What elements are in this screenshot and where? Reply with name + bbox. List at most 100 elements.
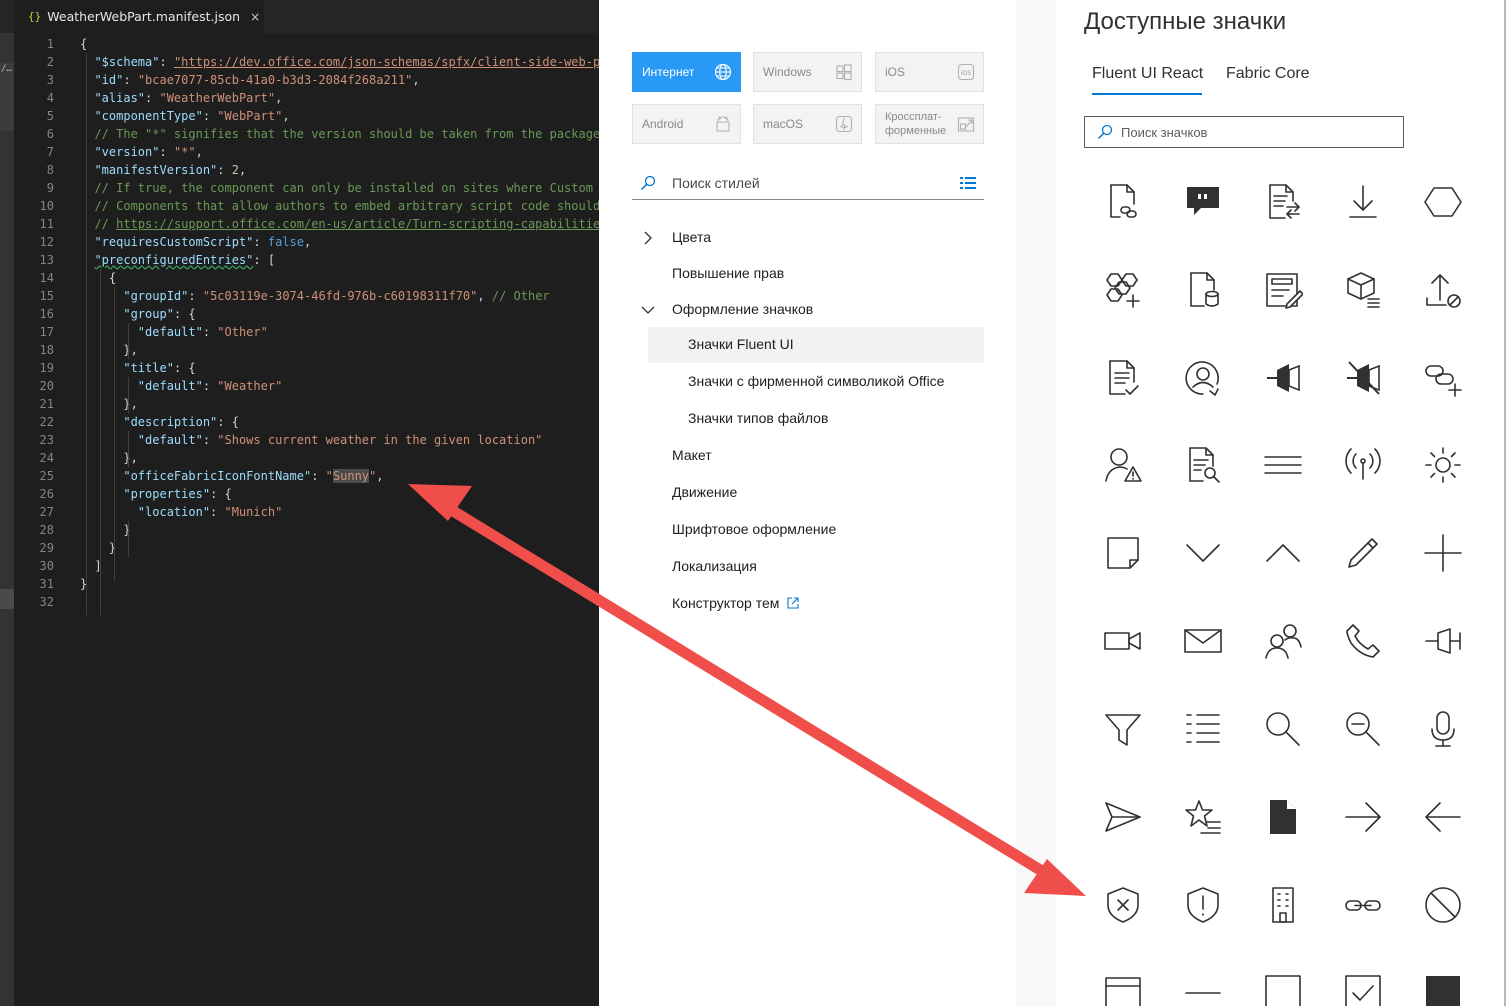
code-line[interactable]: 22 "description": { <box>14 413 599 431</box>
favorite-list-icon[interactable] <box>1183 797 1223 837</box>
page-swap-icon[interactable] <box>1263 182 1303 222</box>
nav-item-colors[interactable]: Цвета <box>632 220 984 256</box>
code-line[interactable]: 7 "version": "*", <box>14 143 599 161</box>
code-line[interactable]: 26 "properties": { <box>14 485 599 503</box>
sticky-note-icon[interactable] <box>1103 533 1143 573</box>
remove-icon[interactable] <box>1183 973 1223 1006</box>
document-search-icon[interactable] <box>1183 445 1223 485</box>
platform-macos-button[interactable]: macOS <box>753 104 862 144</box>
style-search-input[interactable]: Поиск стилей <box>672 175 760 191</box>
icon-search-input[interactable]: Поиск значков <box>1121 125 1207 140</box>
code-line[interactable]: 6 // The "*" signifies that the version … <box>14 125 599 143</box>
tab-fluent-ui-react[interactable]: Fluent UI React <box>1092 65 1203 83</box>
code-line[interactable]: 31} <box>14 575 599 593</box>
code-line[interactable]: 14 { <box>14 269 599 287</box>
shield-error-icon[interactable] <box>1103 885 1143 925</box>
edit-pencil-icon[interactable] <box>1343 533 1383 573</box>
code-line[interactable]: 16 "group": { <box>14 305 599 323</box>
building-icon[interactable] <box>1263 885 1303 925</box>
mail-icon[interactable] <box>1183 621 1223 661</box>
shield-alert-icon[interactable] <box>1183 885 1223 925</box>
code-line[interactable]: 18 }, <box>14 341 599 359</box>
hamburger-menu-icon[interactable] <box>1263 445 1303 485</box>
nav-item-typography[interactable]: Шрифтовое оформление <box>632 512 984 548</box>
tab-fabric-core[interactable]: Fabric Core <box>1226 65 1310 83</box>
edit-form-icon[interactable] <box>1263 270 1303 310</box>
square-solid-icon[interactable] <box>1423 973 1463 1006</box>
page-solid-icon[interactable] <box>1263 797 1303 837</box>
code-line[interactable]: 30 ] <box>14 557 599 575</box>
hexagon-icon[interactable] <box>1423 182 1463 222</box>
code-line[interactable]: 1{ <box>14 35 599 53</box>
code-line[interactable]: 23 "default": "Shows current weather in … <box>14 431 599 449</box>
upload-blocked-icon[interactable] <box>1423 270 1463 310</box>
code-line[interactable]: 21 }, <box>14 395 599 413</box>
chat-comment-icon[interactable] <box>1183 182 1223 222</box>
editor-tab[interactable]: {} WeatherWebPart.manifest.json × <box>14 0 264 33</box>
code-line[interactable]: 4 "alias": "WeatherWebPart", <box>14 89 599 107</box>
page-link-icon[interactable] <box>1103 182 1143 222</box>
chevron-down-icon[interactable] <box>641 303 655 317</box>
platform-windows-button[interactable]: Windows <box>753 52 862 92</box>
nav-item-fluent-icons[interactable]: Значки Fluent UI <box>648 327 984 363</box>
window-icon[interactable] <box>1103 973 1143 1006</box>
link-add-icon[interactable] <box>1423 358 1463 398</box>
code-line[interactable]: 29 } <box>14 539 599 557</box>
shapes-add-icon[interactable] <box>1103 270 1143 310</box>
package-list-icon[interactable] <box>1343 270 1383 310</box>
microphone-icon[interactable] <box>1423 709 1463 749</box>
code-line[interactable]: 5 "componentType": "WebPart", <box>14 107 599 125</box>
nav-item-elevation[interactable]: Повышение прав <box>632 256 984 292</box>
style-search-box[interactable]: Поиск стилей <box>632 165 984 200</box>
code-line[interactable]: 10 // Components that allow authors to e… <box>14 197 599 215</box>
people-icon[interactable] <box>1263 621 1303 661</box>
code-line[interactable]: 24 }, <box>14 449 599 467</box>
arrow-left-icon[interactable] <box>1423 797 1463 837</box>
add-plus-icon[interactable] <box>1423 533 1463 573</box>
code-line[interactable]: 12 "requiresCustomScript": false, <box>14 233 599 251</box>
contact-sync-icon[interactable] <box>1183 358 1223 398</box>
zoom-out-icon[interactable] <box>1343 709 1383 749</box>
filter-list-icon[interactable] <box>960 176 976 190</box>
nav-item-office-brand-icons[interactable]: Значки с фирменной символикой Office <box>632 364 984 400</box>
person-warning-icon[interactable] <box>1103 445 1143 485</box>
nav-item-theme-designer[interactable]: Конструктор тем <box>632 586 984 622</box>
radio-signal-icon[interactable] <box>1343 445 1383 485</box>
phone-icon[interactable] <box>1343 621 1383 661</box>
code-line[interactable]: 27 "location": "Munich" <box>14 503 599 521</box>
platform-cross-button[interactable]: Кроссплат- форменные <box>875 104 984 144</box>
code-line[interactable]: 13 "preconfiguredEntries": [ <box>14 251 599 269</box>
code-line[interactable]: 32 <box>14 593 599 611</box>
document-approval-icon[interactable] <box>1103 358 1143 398</box>
code-line[interactable]: 17 "default": "Other" <box>14 323 599 341</box>
code-line[interactable]: 15 "groupId": "5c03119e-3074-46fd-976b-c… <box>14 287 599 305</box>
code-line[interactable]: 3 "id": "bcae7077-85cb-41a0-b3d3-2084f26… <box>14 71 599 89</box>
video-icon[interactable] <box>1103 621 1143 661</box>
chevron-up-icon[interactable] <box>1263 533 1303 573</box>
icon-search-box[interactable]: Поиск значков <box>1084 116 1404 148</box>
send-icon[interactable] <box>1103 797 1143 837</box>
code-line[interactable]: 28 } <box>14 521 599 539</box>
chevron-down-icon[interactable] <box>1183 533 1223 573</box>
unpin-icon[interactable] <box>1343 358 1383 398</box>
nav-item-localization[interactable]: Локализация <box>632 549 984 585</box>
pin-icon[interactable] <box>1263 358 1303 398</box>
platform-web-button[interactable]: Интернет <box>632 52 741 92</box>
checkbox-icon[interactable] <box>1263 973 1303 1006</box>
code-line[interactable]: 9 // If true, the component can only be … <box>14 179 599 197</box>
code-line[interactable]: 2 "$schema": "https://dev.office.com/jso… <box>14 53 599 71</box>
blocked-icon[interactable] <box>1423 885 1463 925</box>
filter-icon[interactable] <box>1103 709 1143 749</box>
nav-item-file-type-icons[interactable]: Значки типов файлов <box>632 401 984 437</box>
code-line[interactable]: 20 "default": "Weather" <box>14 377 599 395</box>
pushpin-icon[interactable] <box>1423 621 1463 661</box>
sunny-icon[interactable] <box>1423 445 1463 485</box>
close-icon[interactable]: × <box>250 10 260 24</box>
chevron-right-icon[interactable] <box>641 231 655 245</box>
page-database-icon[interactable] <box>1183 270 1223 310</box>
code-line[interactable]: 11 // https://support.office.com/en-us/a… <box>14 215 599 233</box>
platform-ios-button[interactable]: iOS iOS <box>875 52 984 92</box>
arrow-right-icon[interactable] <box>1343 797 1383 837</box>
link-icon[interactable] <box>1343 885 1383 925</box>
code-line[interactable]: 25 "officeFabricIconFontName": "Sunny", <box>14 467 599 485</box>
